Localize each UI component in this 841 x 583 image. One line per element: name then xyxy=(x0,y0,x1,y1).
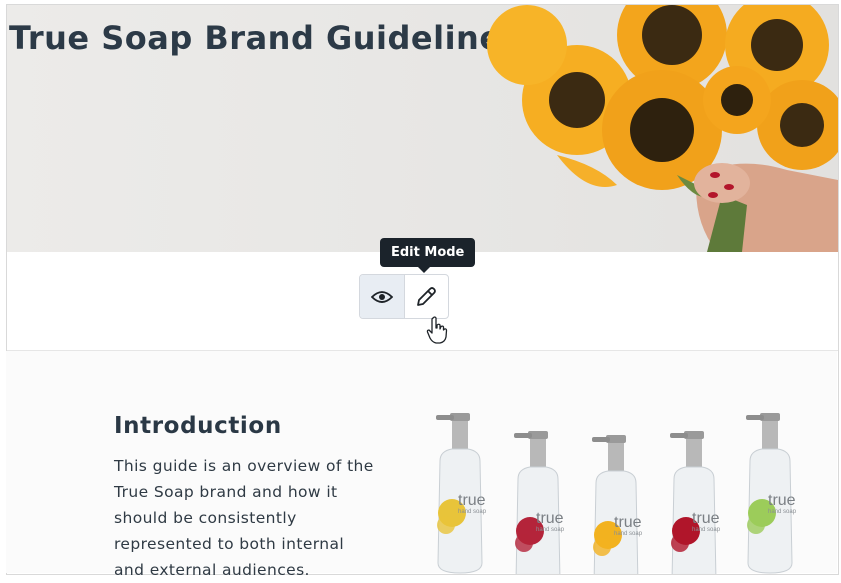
svg-text:hand soap: hand soap xyxy=(458,509,487,515)
svg-text:hand soap: hand soap xyxy=(768,509,797,515)
hero-banner: True Soap Brand Guidelines xyxy=(7,5,838,252)
eye-icon xyxy=(370,290,393,303)
soap-bottle: truehand soap xyxy=(436,413,487,574)
mode-toggle-group xyxy=(359,274,449,319)
soap-bottle: truehand soap xyxy=(514,431,565,574)
page-title: True Soap Brand Guidelines xyxy=(9,19,522,57)
pencil-icon xyxy=(417,286,437,306)
introduction-text: This guide is an overview of the True So… xyxy=(114,457,374,579)
introduction-heading: Introduction xyxy=(114,413,282,439)
soap-bottle: truehand soap xyxy=(592,435,643,574)
sunflower-bouquet-image xyxy=(487,5,838,252)
svg-text:true: true xyxy=(536,510,564,527)
svg-text:true: true xyxy=(458,492,486,509)
soap-bottle: truehand soap xyxy=(746,413,797,574)
svg-text:true: true xyxy=(614,514,642,531)
edit-mode-tooltip: Edit Mode xyxy=(380,238,476,273)
introduction-section: Introduction This guide is an overview o… xyxy=(6,351,837,579)
svg-text:hand soap: hand soap xyxy=(536,527,565,533)
soap-bottles-image: truehand soap truehand soap truehand soapt… xyxy=(436,413,797,574)
hand-pointer-cursor-icon xyxy=(426,316,448,344)
svg-text:hand soap: hand soap xyxy=(614,531,643,537)
edit-mode-button[interactable] xyxy=(405,275,449,318)
svg-text:hand soap: hand soap xyxy=(692,527,721,533)
view-mode-button[interactable] xyxy=(360,275,405,318)
svg-text:true: true xyxy=(692,510,720,527)
soap-bottle: truehand soap xyxy=(670,431,721,574)
svg-text:true: true xyxy=(768,492,796,509)
